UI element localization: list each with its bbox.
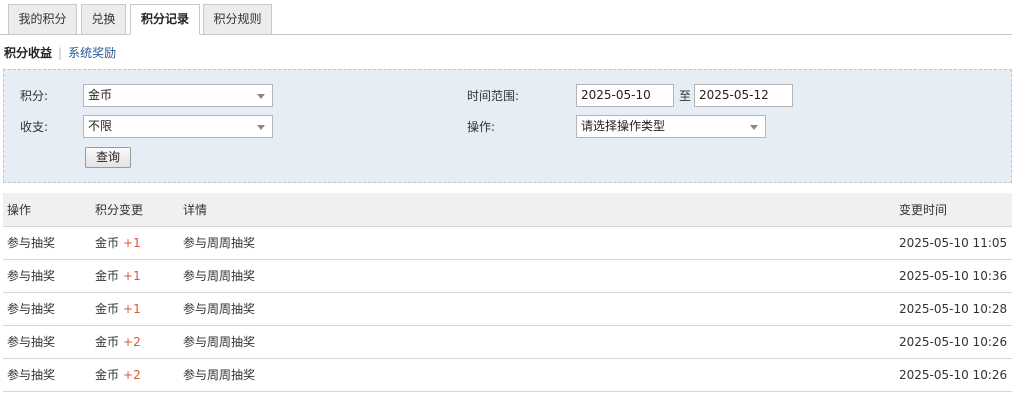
row-action: 参与抽奖 xyxy=(7,368,56,382)
row-currency: 金币 xyxy=(95,335,120,349)
subnav-separator: | xyxy=(58,46,63,60)
row-delta: +1 xyxy=(123,236,141,250)
date-to-input[interactable]: 2025-05-12 xyxy=(694,84,793,107)
row-currency: 金币 xyxy=(95,302,120,316)
subnav-points-income[interactable]: 积分收益 xyxy=(4,46,52,60)
row-delta: +1 xyxy=(123,269,141,283)
row-action: 参与抽奖 xyxy=(7,269,56,283)
row-time: 2025-05-10 10:36 xyxy=(899,269,1008,283)
row-delta: +2 xyxy=(123,335,141,349)
row-points-change: 金币 +1 xyxy=(95,227,141,259)
table-header: 操作 积分变更 详情 变更时间 xyxy=(3,193,1012,227)
points-select[interactable]: 金币 xyxy=(83,84,273,107)
table-row: 参与抽奖 金币 +2 参与周周抽奖 2025-05-10 10:26 xyxy=(3,359,1012,392)
income-label: 收支: xyxy=(20,120,49,134)
chevron-down-icon xyxy=(257,94,265,99)
tab-exchange[interactable]: 兑换 xyxy=(81,4,126,35)
income-select[interactable]: 不限 xyxy=(83,115,273,138)
row-time: 2025-05-10 11:05 xyxy=(899,236,1008,250)
chevron-down-icon xyxy=(257,125,265,130)
date-range-separator: 至 xyxy=(679,89,692,103)
table-row: 参与抽奖 金币 +1 参与周周抽奖 2025-05-10 10:36 xyxy=(3,260,1012,293)
operation-select-value: 请选择操作类型 xyxy=(581,119,666,133)
time-range-label: 时间范围: xyxy=(467,89,520,103)
row-time: 2025-05-10 10:26 xyxy=(899,368,1008,382)
sub-navigation: 积分收益 | 系统奖励 xyxy=(4,44,116,62)
row-time: 2025-05-10 10:28 xyxy=(899,302,1008,316)
query-button[interactable]: 查询 xyxy=(85,147,131,168)
row-points-change: 金币 +1 xyxy=(95,293,141,325)
table-row: 参与抽奖 金币 +2 参与周周抽奖 2025-05-10 10:26 xyxy=(3,326,1012,359)
tab-points-record[interactable]: 积分记录 xyxy=(130,4,200,35)
points-select-value: 金币 xyxy=(88,88,113,102)
row-detail: 参与周周抽奖 xyxy=(183,368,256,382)
row-detail: 参与周周抽奖 xyxy=(183,335,256,349)
row-points-change: 金币 +1 xyxy=(95,260,141,292)
row-time: 2025-05-10 10:26 xyxy=(899,335,1008,349)
operation-label: 操作: xyxy=(467,120,496,134)
tab-points-rules[interactable]: 积分规则 xyxy=(203,4,272,35)
column-header-action: 操作 xyxy=(7,203,32,217)
date-from-value: 2025-05-10 xyxy=(581,88,651,102)
row-delta: +2 xyxy=(123,368,141,382)
tab-my-points[interactable]: 我的积分 xyxy=(8,4,77,35)
row-action: 参与抽奖 xyxy=(7,335,56,349)
income-select-value: 不限 xyxy=(88,119,113,133)
row-currency: 金币 xyxy=(95,269,120,283)
row-currency: 金币 xyxy=(95,368,120,382)
date-from-input[interactable]: 2025-05-10 xyxy=(576,84,674,107)
row-delta: +1 xyxy=(123,302,141,316)
column-header-change-time: 变更时间 xyxy=(899,203,948,217)
row-points-change: 金币 +2 xyxy=(95,326,141,358)
date-to-value: 2025-05-12 xyxy=(699,88,769,102)
row-action: 参与抽奖 xyxy=(7,236,56,250)
filter-panel: 积分: 金币 收支: 不限 时间范围: 2025-05-10 至 2025-05… xyxy=(3,69,1012,183)
tab-bar: 我的积分 兑换 积分记录 积分规则 xyxy=(0,0,1012,35)
row-action: 参与抽奖 xyxy=(7,302,56,316)
row-detail: 参与周周抽奖 xyxy=(183,302,256,316)
chevron-down-icon xyxy=(750,125,758,130)
table-row: 参与抽奖 金币 +1 参与周周抽奖 2025-05-10 11:05 xyxy=(3,227,1012,260)
points-record-table: 操作 积分变更 详情 变更时间 参与抽奖 金币 +1 参与周周抽奖 2025-05… xyxy=(3,193,1012,392)
table-row: 参与抽奖 金币 +1 参与周周抽奖 2025-05-10 10:28 xyxy=(3,293,1012,326)
column-header-points-change: 积分变更 xyxy=(95,203,144,217)
column-header-detail: 详情 xyxy=(183,203,208,217)
subnav-system-reward[interactable]: 系统奖励 xyxy=(68,46,116,60)
row-currency: 金币 xyxy=(95,236,120,250)
row-points-change: 金币 +2 xyxy=(95,359,141,391)
operation-select[interactable]: 请选择操作类型 xyxy=(576,115,766,138)
row-detail: 参与周周抽奖 xyxy=(183,236,256,250)
row-detail: 参与周周抽奖 xyxy=(183,269,256,283)
points-label: 积分: xyxy=(20,89,49,103)
